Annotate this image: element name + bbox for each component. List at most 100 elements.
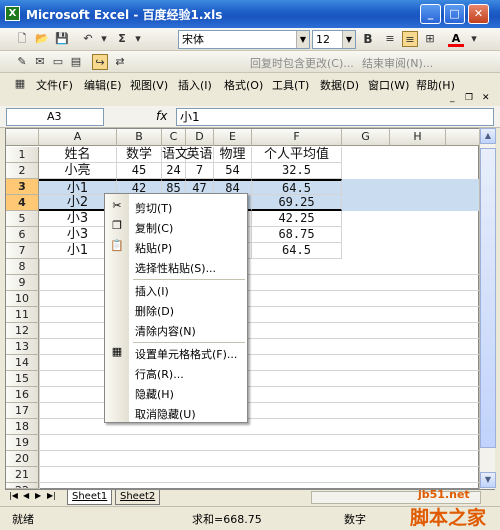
row-header[interactable]: 21 [6,467,39,483]
merge-center-icon[interactable]: ⊞ [422,31,438,47]
row-header[interactable]: 13 [6,339,39,355]
undo-icon[interactable]: ↶ [80,31,96,47]
column-header-d[interactable]: D [186,129,214,146]
context-menu-insert[interactable]: 插入(I) [135,283,169,299]
cell-f5[interactable]: 42.25 [252,211,342,227]
cell-f3[interactable]: 64.5 [252,179,342,195]
cell-e2[interactable]: 54 [214,163,252,179]
context-menu-copy[interactable]: 复制(C) [135,220,173,236]
row-header[interactable]: 20 [6,451,39,467]
menu-tools[interactable]: 工具(T) [272,77,309,93]
column-header-f[interactable]: F [252,129,342,146]
cell-e1[interactable]: 物理 [214,147,252,163]
row-header[interactable]: 4 [6,195,39,211]
autosum-icon[interactable]: Σ [114,31,130,47]
cell-a1[interactable]: 姓名 [39,147,117,163]
tab-first-icon[interactable]: |◀ [9,491,18,500]
formula-input[interactable]: 小1 [176,108,494,126]
row-header[interactable]: 12 [6,323,39,339]
menu-insert[interactable]: 插入(I) [178,77,212,93]
menu-edit[interactable]: 编辑(E) [84,77,122,93]
row-header[interactable]: 1 [6,147,39,163]
column-header-c[interactable]: C [162,129,186,146]
menu-view[interactable]: 视图(V) [130,77,168,93]
cell-c2[interactable]: 24 [162,163,186,179]
scroll-down-icon[interactable]: ▼ [480,472,496,488]
column-header-a[interactable]: A [39,129,117,146]
cell-f4[interactable]: 69.25 [252,195,342,211]
autosum-dropdown-icon[interactable]: ▾ [130,31,146,47]
font-name-select[interactable]: 宋体 ▼ [178,30,310,49]
menu-window[interactable]: 窗口(W) [368,77,409,93]
row-header[interactable]: 5 [6,211,39,227]
fx-icon[interactable]: fx [156,109,167,123]
close-button[interactable]: ✕ [468,4,489,24]
context-menu-paste[interactable]: 粘贴(P) [135,240,172,256]
active-tool-icon[interactable]: ↪ [92,54,108,70]
scroll-thumb[interactable] [480,148,496,448]
tab-next-icon[interactable]: ▶ [35,491,41,500]
context-menu-delete[interactable]: 删除(D) [135,303,174,319]
reply-icon[interactable]: ⇄ [112,54,128,70]
row-header[interactable]: 16 [6,387,39,403]
align-left-icon[interactable]: ≡ [382,31,398,47]
row-header[interactable]: 19 [6,435,39,451]
doc-close-icon[interactable]: ✕ [482,93,490,103]
context-menu-row-height[interactable]: 行高(R)... [135,366,184,382]
column-header-g[interactable]: G [342,129,390,146]
open-icon[interactable]: 📂 [34,31,50,47]
cell-b1[interactable]: 数学 [117,147,162,163]
align-center-icon[interactable]: ≡ [402,31,418,47]
track-icon[interactable]: ▤ [68,54,84,70]
new-icon[interactable]: 🗋 [14,31,30,47]
cell-f2[interactable]: 32.5 [252,163,342,179]
row-header[interactable]: 11 [6,307,39,323]
column-header-b[interactable]: B [117,129,162,146]
context-menu-paste-special[interactable]: 选择性粘贴(S)... [135,260,216,276]
row-header[interactable]: 15 [6,371,39,387]
row-header[interactable]: 8 [6,259,39,275]
row-header[interactable]: 6 [6,227,39,243]
tab-prev-icon[interactable]: ◀ [23,491,29,500]
cell-c1[interactable]: 语文 [162,147,188,163]
cell-f7[interactable]: 64.5 [252,243,342,259]
row-header[interactable]: 17 [6,403,39,419]
font-size-select[interactable]: 12 ▼ [312,30,356,49]
context-menu-unhide[interactable]: 取消隐藏(U) [135,406,196,422]
column-header-h[interactable]: H [390,129,446,146]
save-icon[interactable]: 💾 [54,31,70,47]
font-color-button[interactable]: A [448,31,464,47]
end-review-button[interactable]: 结束审阅(N)... [362,55,433,71]
cell-b2[interactable]: 45 [117,163,162,179]
row-header[interactable]: 7 [6,243,39,259]
menu-format[interactable]: 格式(O) [224,77,263,93]
cell-d1[interactable]: 英语 [186,147,214,163]
column-header-e[interactable]: E [214,129,252,146]
tab-sheet1[interactable]: Sheet1 [67,490,113,505]
tab-sheet2[interactable]: Sheet2 [115,490,161,505]
row-header[interactable]: 18 [6,419,39,435]
cell-d2[interactable]: 7 [186,163,214,179]
edit-icon[interactable]: ✎ [14,54,30,70]
menu-data[interactable]: 数据(D) [320,77,359,93]
undo-dropdown-icon[interactable]: ▾ [96,31,112,47]
name-box[interactable]: A3 [6,108,104,126]
column-header-i[interactable] [446,129,480,146]
reply-with-changes-button[interactable]: 回复时包含更改(C)... [250,55,354,71]
scroll-up-icon[interactable]: ▲ [480,128,496,144]
cell-f6[interactable]: 68.75 [252,227,342,243]
font-color-dropdown-icon[interactable]: ▾ [466,31,482,47]
bold-button[interactable]: B [360,31,376,47]
row-header[interactable]: 9 [6,275,39,291]
row-header[interactable]: 2 [6,163,39,179]
select-all-corner[interactable] [6,129,39,146]
context-menu-clear-contents[interactable]: 清除内容(N) [135,323,196,339]
context-menu-hide[interactable]: 隐藏(H) [135,386,174,402]
tab-last-icon[interactable]: ▶| [47,491,56,500]
minimize-button[interactable]: _ [420,4,441,24]
doc-minimize-icon[interactable]: _ [450,93,455,103]
row-header[interactable]: 10 [6,291,39,307]
cell-f1[interactable]: 个人平均值 [252,147,342,163]
cell-a2[interactable]: 小亮 [39,163,117,179]
doc-restore-icon[interactable]: ❐ [465,93,473,103]
